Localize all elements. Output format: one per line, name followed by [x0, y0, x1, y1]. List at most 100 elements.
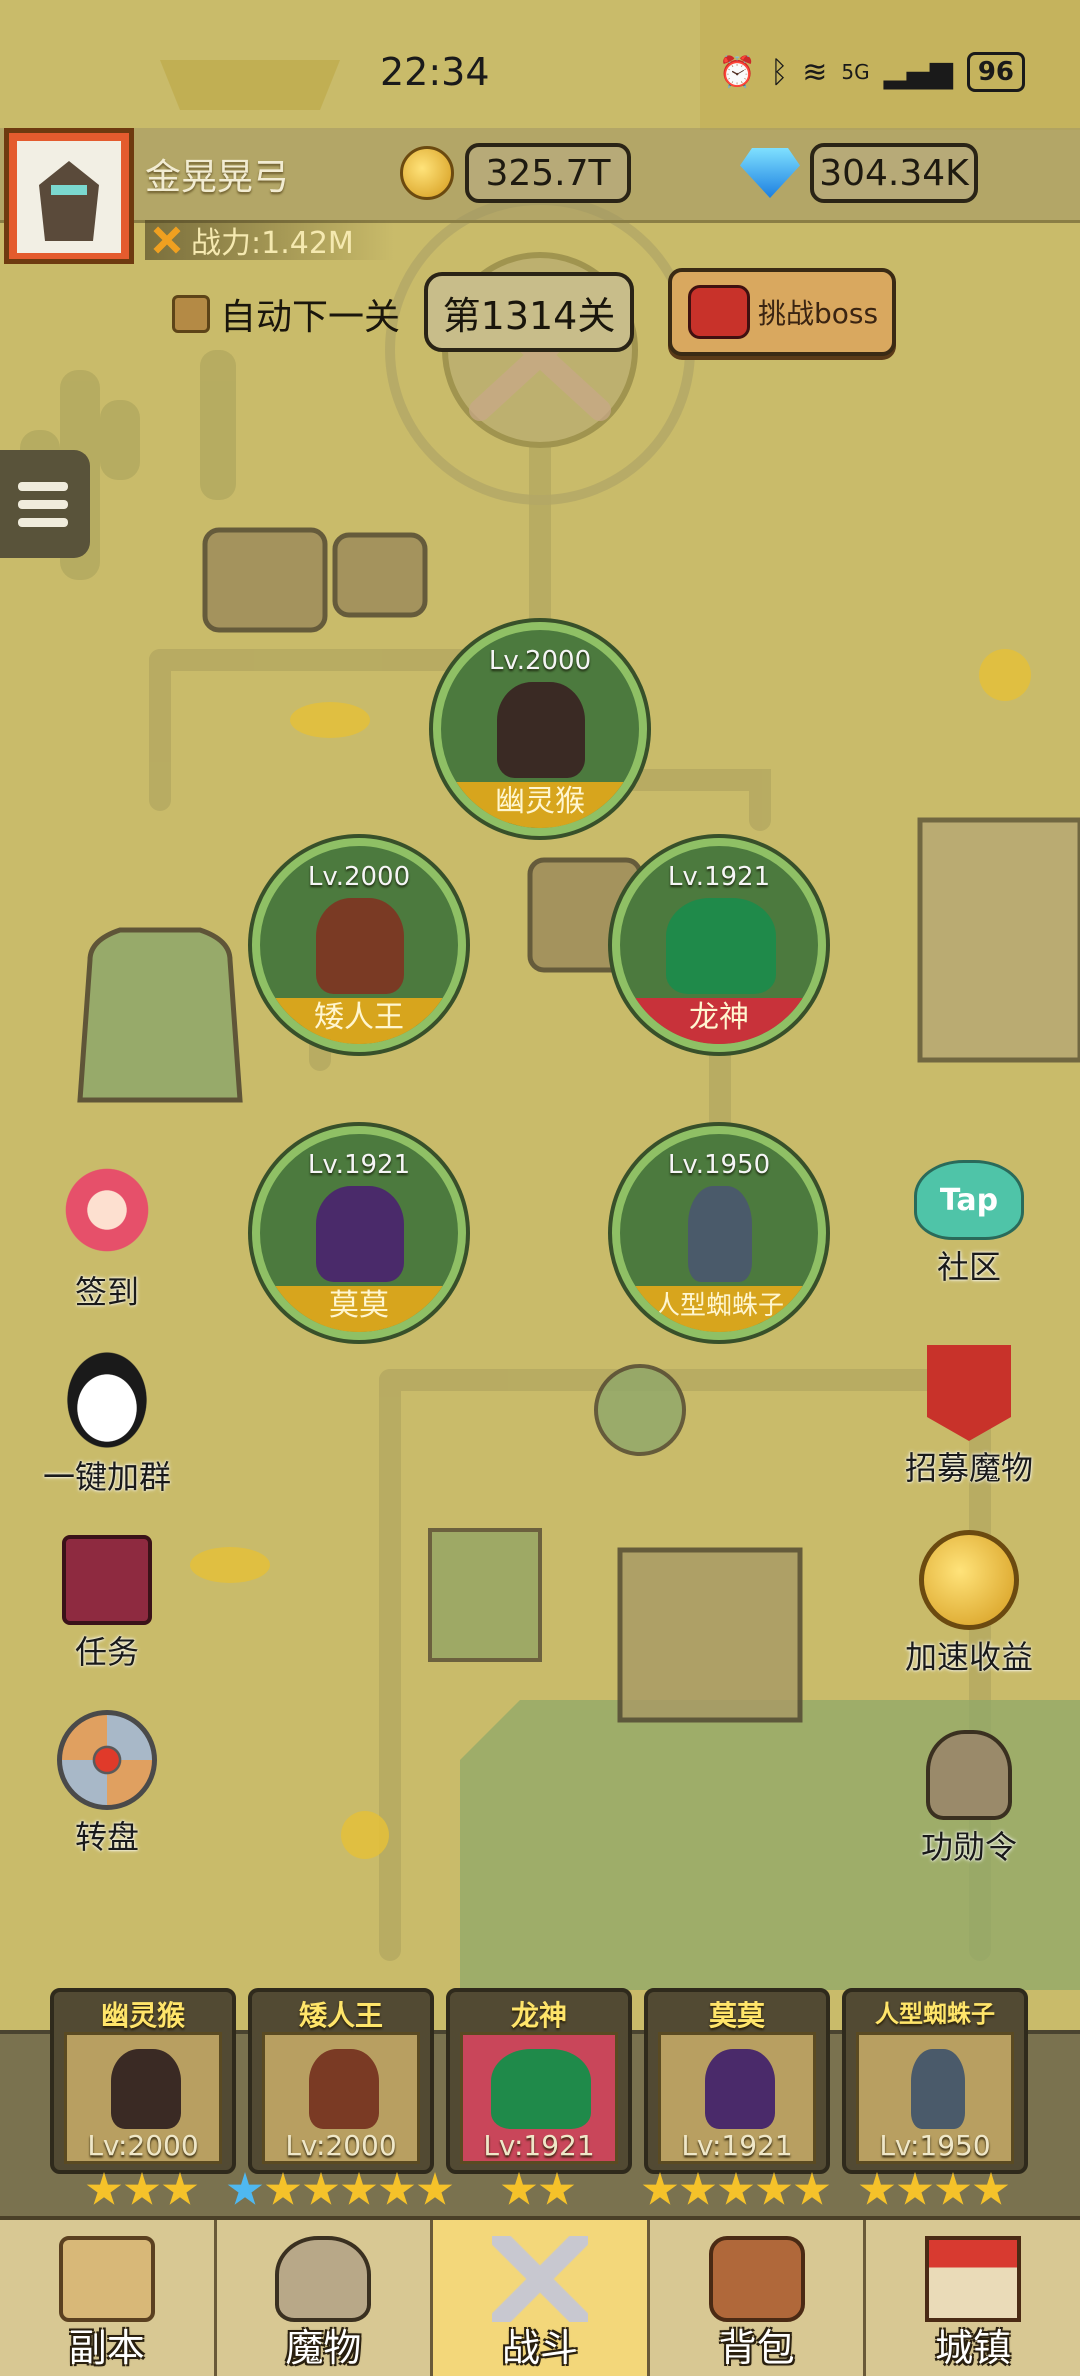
- community-button[interactable]: Tap 社区: [894, 1160, 1044, 1288]
- team-card-1[interactable]: 幽灵猴 Lv:2000: [50, 1988, 236, 2174]
- star-icon: [265, 2172, 301, 2205]
- auto-next-label: 自动下一关: [220, 297, 401, 338]
- community-label: 社区: [936, 1248, 1001, 1286]
- tab-label: 副本: [68, 2326, 145, 2370]
- star-icon: [859, 2172, 895, 2205]
- star-icon: [303, 2172, 339, 2205]
- signal-icon: ▂▄▆: [883, 54, 953, 90]
- merit-order-button[interactable]: 功勋令: [894, 1730, 1044, 1868]
- lucky-wheel-button[interactable]: 转盘: [32, 1710, 182, 1858]
- team-card-4[interactable]: 莫莫 Lv:1921: [644, 1988, 830, 2174]
- player-avatar[interactable]: [4, 128, 134, 264]
- combat-power: 战力:1.42M: [145, 220, 394, 260]
- sign-in-button[interactable]: 签到: [32, 1165, 182, 1313]
- gold-amount[interactable]: 325.7T: [465, 143, 631, 203]
- star-icon: [86, 2172, 122, 2205]
- speed-up-income-button[interactable]: 加速收益: [894, 1530, 1044, 1678]
- tasks-label: 任务: [74, 1633, 139, 1671]
- challenge-boss-button[interactable]: 挑战boss: [668, 268, 896, 356]
- star-icon: [417, 2172, 453, 2205]
- star-icon: [539, 2172, 575, 2205]
- tab-dungeon[interactable]: 副本: [0, 2220, 217, 2376]
- tab-battle[interactable]: 战斗: [433, 2220, 650, 2376]
- monster-name: 矮人王: [260, 998, 458, 1044]
- star-icon: [794, 2172, 830, 2205]
- network-label: 5G: [841, 60, 870, 84]
- wifi-icon: ≋: [802, 54, 828, 90]
- menu-button[interactable]: [0, 450, 90, 558]
- tab-monsters[interactable]: 魔物: [217, 2220, 434, 2376]
- tab-town[interactable]: 城镇: [866, 2220, 1080, 2376]
- monster-name: 龙神: [620, 998, 818, 1044]
- bluetooth-icon: ᛒ: [770, 54, 789, 90]
- crossed-swords-icon: [491, 2236, 588, 2322]
- team-card-2[interactable]: 矮人王 Lv:2000: [248, 1988, 434, 2174]
- tab-label: 魔物: [285, 2326, 362, 2370]
- star-icon: [341, 2172, 377, 2205]
- momo-portrait: [705, 2049, 775, 2129]
- taptap-badge: Tap: [939, 1182, 999, 1218]
- join-group-button[interactable]: 一键加群: [32, 1350, 182, 1498]
- star-icon: [756, 2172, 792, 2205]
- team-card-name: 人型蜘蛛子: [875, 2000, 995, 2028]
- helmet-icon: [926, 1730, 1012, 1820]
- monster-level: Lv.1950: [667, 1150, 771, 1180]
- star-rating: [227, 2172, 453, 2212]
- tab-label: 城镇: [935, 2326, 1012, 2370]
- star-icon: [501, 2172, 537, 2205]
- dwarf-king-figure: [316, 898, 404, 994]
- formation-monster-4[interactable]: Lv.1921 莫莫: [252, 1126, 466, 1340]
- star-rating: [859, 2172, 1009, 2212]
- momo-witch-figure: [316, 1186, 404, 1282]
- speed-up-income-label: 加速收益: [904, 1638, 1033, 1676]
- dwarf-king-portrait: [309, 2049, 379, 2129]
- formation-monster-3[interactable]: Lv.1921 龙神: [612, 838, 826, 1052]
- team-card-level: Lv:1921: [483, 2129, 595, 2162]
- player-name: 金晃晃弓: [145, 157, 290, 198]
- team-card-level: Lv:1921: [681, 2129, 793, 2162]
- book-icon: [62, 1535, 152, 1625]
- menu-line: [18, 481, 68, 491]
- team-card-name: 莫莫: [708, 1999, 765, 2032]
- formation-monster-5[interactable]: Lv.1950 人型蜘蛛子: [612, 1126, 826, 1340]
- star-icon: [718, 2172, 754, 2205]
- map-scroll-icon: [58, 2236, 155, 2322]
- team-card-5[interactable]: 人型蜘蛛子 Lv:1950: [842, 1988, 1028, 2174]
- stage-indicator: 第1314关: [424, 272, 634, 352]
- formation-monster-2[interactable]: Lv.2000 矮人王: [252, 838, 466, 1052]
- blue-star-icon: [227, 2172, 263, 2205]
- sign-in-label: 签到: [74, 1273, 139, 1311]
- lucky-wheel-label: 转盘: [74, 1818, 139, 1856]
- spider-girl-portrait: [911, 2049, 965, 2129]
- alarm-icon: ⏰: [718, 54, 757, 90]
- tab-label: 战斗: [501, 2326, 578, 2370]
- recruit-label: 招募魔物: [904, 1449, 1033, 1487]
- taptap-icon: Tap: [914, 1160, 1024, 1240]
- monster-name: 人型蜘蛛子: [620, 1286, 818, 1332]
- monster-name: 幽灵猴: [441, 782, 639, 828]
- star-icon: [379, 2172, 415, 2205]
- penguin-icon: [57, 1350, 157, 1450]
- formation-monster-1[interactable]: Lv.2000 幽灵猴: [433, 622, 647, 836]
- battery-icon: 96: [966, 52, 1025, 92]
- dragon-god-portrait: [491, 2049, 591, 2129]
- auto-next-checkbox[interactable]: [172, 295, 210, 333]
- avatar-portrait: [17, 141, 121, 253]
- recruit-button[interactable]: 招募魔物: [894, 1345, 1044, 1489]
- dragon-god-figure: [666, 898, 776, 994]
- team-card-name: 矮人王: [298, 1999, 383, 2032]
- power-icon: [144, 217, 189, 262]
- tasks-button[interactable]: 任务: [32, 1535, 182, 1673]
- team-card-level: Lv:2000: [87, 2129, 199, 2162]
- wheel-icon: [57, 1710, 157, 1810]
- viking-helmet-icon: [275, 2236, 372, 2322]
- team-card-3[interactable]: 龙神 Lv:1921: [446, 1988, 632, 2174]
- gold-coin-arrow-icon: [919, 1530, 1019, 1630]
- tab-backpack[interactable]: 背包: [650, 2220, 867, 2376]
- star-rating: [86, 2172, 198, 2212]
- menu-line: [18, 499, 68, 509]
- diamond-amount[interactable]: 304.34K: [810, 143, 978, 203]
- shop-building-icon: [925, 2236, 1022, 2322]
- game-screen: 22:34 ⏰ ᛒ ≋ 5G ▂▄▆ 96 金晃晃弓 战力:1.42M 325.…: [0, 0, 1080, 2376]
- auto-next-toggle[interactable]: 自动下一关: [172, 288, 400, 340]
